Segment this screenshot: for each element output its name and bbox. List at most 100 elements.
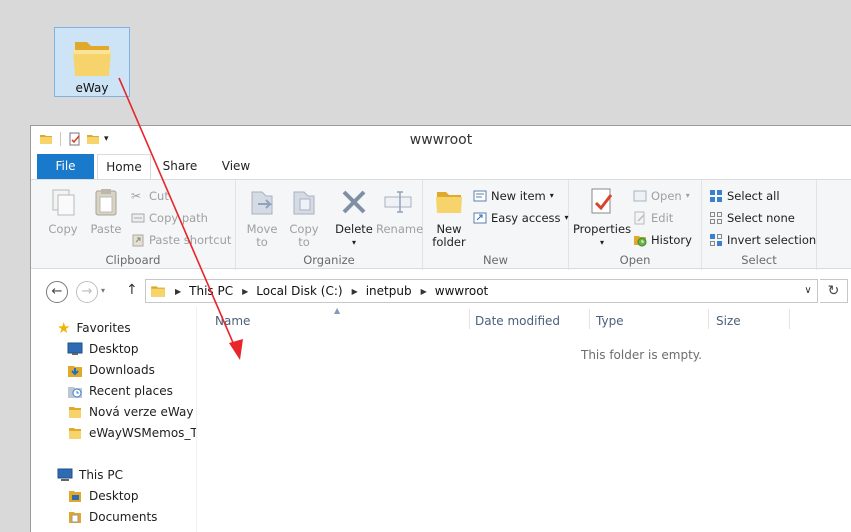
chevron-down-icon: ▾ [564, 213, 569, 222]
paste-shortcut-button[interactable]: Paste shortcut [131, 230, 231, 250]
rename-button[interactable]: Rename [376, 186, 424, 236]
folder-icon [151, 286, 165, 297]
new-folder-icon [436, 192, 462, 213]
computer-icon [57, 468, 73, 481]
column-separator[interactable] [589, 309, 590, 329]
nav-label: Downloads [89, 362, 155, 377]
empty-folder-message: This folder is empty. [581, 348, 702, 362]
history-button[interactable]: History [633, 230, 692, 250]
move-to-button[interactable]: Move to [240, 186, 284, 249]
breadcrumb-wwwroot[interactable]: ▶ wwwroot [412, 284, 489, 298]
clipboard-group-label: Clipboard [105, 253, 161, 267]
copy-button[interactable]: Copy [41, 186, 85, 236]
new-group: New folder New item ▾ Easy access ▾ New [423, 180, 569, 270]
easy-access-button[interactable]: Easy access ▾ [473, 208, 569, 228]
recent-places-icon [68, 386, 82, 398]
nav-label: eWayWSMemos_Tes [89, 425, 196, 440]
new-item-label: New item [491, 189, 546, 203]
column-separator[interactable] [708, 309, 709, 329]
open-button[interactable]: Open ▾ [633, 186, 690, 206]
address-bar[interactable]: ▶ This PC ▶ Local Disk (C:) ▶ inetpub ▶ wwwr… [145, 279, 818, 303]
explorer-window: ▾ wwwroot File Home Share View Copy Past… [30, 125, 851, 532]
recent-locations-chevron-icon[interactable]: ▾ [101, 286, 105, 295]
nav-desktop[interactable]: Desktop [67, 338, 139, 359]
chevron-right-icon: ▶ [351, 286, 358, 296]
open-label: Open [651, 189, 682, 203]
paste-label: Paste [90, 222, 122, 236]
paste-button[interactable]: Paste [84, 186, 128, 236]
select-none-button[interactable]: Select none [709, 208, 795, 228]
folder-icon [69, 427, 81, 439]
invert-selection-button[interactable]: Invert selection [709, 230, 816, 250]
delete-button[interactable]: Delete ▾ [332, 186, 376, 249]
address-dropdown-icon[interactable]: ∨ [799, 280, 817, 302]
nav-recent-places[interactable]: Recent places [67, 380, 173, 401]
new-folder-button[interactable]: New folder [427, 186, 471, 249]
nav-label: Recent places [89, 383, 173, 398]
column-type[interactable]: Type [596, 309, 624, 333]
breadcrumb-this-pc[interactable]: ▶ This PC [166, 284, 233, 298]
copy-icon [52, 189, 75, 216]
address-bar-row: ← → ▾ ↑ ▶ This PC ▶ Local Disk (C:) ▶ inetp… [31, 277, 851, 307]
properties-dropdown-icon[interactable]: ▾ [571, 236, 633, 249]
cut-button[interactable]: ✂ Cut [131, 186, 169, 206]
tab-home[interactable]: Home [97, 154, 151, 180]
nav-pc-documents[interactable]: Documents [67, 506, 157, 527]
column-date-modified[interactable]: Date modified [475, 309, 560, 333]
back-button[interactable]: ← [46, 281, 68, 303]
folder-icon [69, 406, 81, 418]
edit-label: Edit [651, 211, 674, 225]
navigation-pane: ★ Favorites Desktop Downloads Recent pla… [31, 307, 196, 532]
select-none-icon [710, 212, 722, 224]
column-name[interactable]: Name [215, 309, 250, 333]
nav-favorites[interactable]: ★ Favorites [57, 317, 131, 338]
nav-pc-desktop[interactable]: Desktop [67, 485, 139, 506]
invert-selection-label: Invert selection [727, 233, 817, 247]
nav-ewaywsmemos[interactable]: eWayWSMemos_Tes [67, 422, 196, 443]
history-label: History [651, 233, 692, 247]
nav-nova-verze-eway[interactable]: Nová verze eWay [67, 401, 193, 422]
column-separator[interactable] [789, 309, 790, 329]
select-all-button[interactable]: Select all [709, 186, 780, 206]
tab-share[interactable]: Share [155, 154, 205, 179]
forward-button[interactable]: → [76, 281, 98, 303]
properties-label: Properties [572, 222, 632, 236]
scissors-icon: ✂ [131, 189, 142, 203]
breadcrumb-label: wwwroot [434, 284, 489, 298]
to-label: to [298, 235, 310, 249]
desktop-icon [67, 342, 83, 355]
rename-label: Rename [376, 222, 424, 236]
copy-path-label: Copy path [149, 211, 208, 225]
clipboard-group: Copy Paste ✂ Cut Copy path Paste shortcu… [31, 180, 236, 270]
window-title: wwwroot [409, 132, 473, 148]
breadcrumb-local-disk[interactable]: ▶ Local Disk (C:) [233, 284, 342, 298]
desktop-folder-eway[interactable]: eWay [54, 27, 130, 97]
pane-divider [196, 307, 197, 532]
delete-x-icon [342, 190, 366, 214]
nav-downloads[interactable]: Downloads [67, 359, 155, 380]
new-group-label: New [482, 253, 509, 267]
folder-icon [73, 42, 111, 76]
to-label: to [256, 235, 268, 249]
title-bar: ▾ wwwroot [31, 126, 851, 154]
delete-dropdown-icon[interactable]: ▾ [332, 236, 376, 249]
tab-file[interactable]: File [37, 154, 94, 179]
chevron-right-icon: ▶ [420, 286, 427, 296]
history-icon [634, 236, 647, 247]
breadcrumb-inetpub[interactable]: ▶ inetpub [343, 284, 412, 298]
new-item-button[interactable]: New item ▾ [473, 186, 554, 206]
column-separator[interactable] [469, 309, 470, 329]
star-icon: ★ [57, 318, 71, 337]
copy-to-button[interactable]: Copy to [282, 186, 326, 249]
open-group: Properties ▾ Open ▾ Edit History Open [569, 180, 702, 270]
tab-view[interactable]: View [211, 154, 261, 179]
nav-this-pc[interactable]: This PC [57, 464, 123, 485]
properties-button[interactable]: Properties ▾ [571, 186, 633, 249]
copy-path-button[interactable]: Copy path [131, 208, 208, 228]
ribbon-tabs: File Home Share View [31, 154, 851, 180]
edit-button[interactable]: Edit [633, 208, 673, 228]
nav-label: Favorites [76, 320, 131, 335]
column-size[interactable]: Size [716, 309, 741, 333]
up-button[interactable]: ↑ [126, 282, 138, 298]
refresh-button[interactable]: ↻ [820, 279, 848, 303]
